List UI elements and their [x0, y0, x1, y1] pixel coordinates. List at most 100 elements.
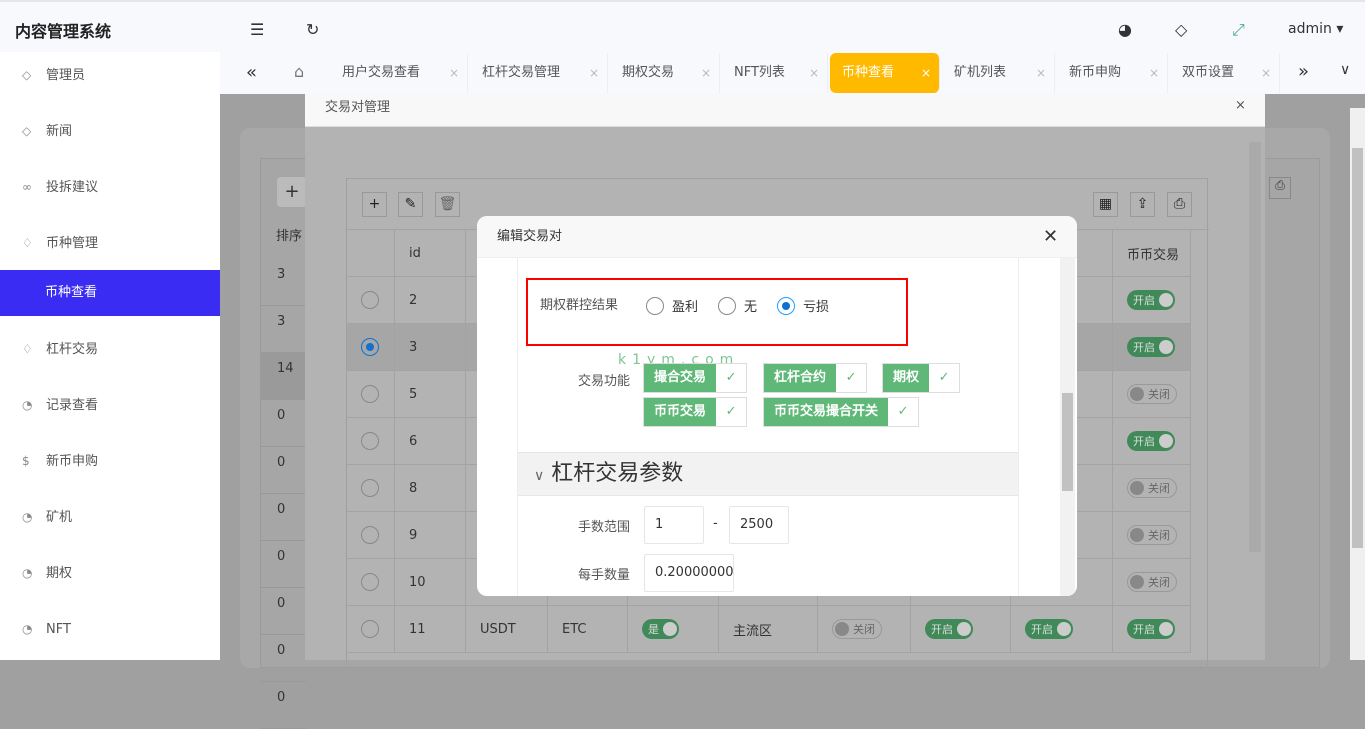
tag-icon[interactable]: ◇ [1175, 20, 1187, 39]
table-cell: 关闭 [1113, 371, 1191, 418]
table-cell [347, 324, 395, 371]
table-cell [347, 559, 395, 606]
toggle-switch[interactable]: 关闭 [1127, 384, 1177, 404]
tab[interactable]: 新币申购 × [1057, 53, 1168, 93]
row-radio[interactable] [361, 479, 379, 497]
close-tab-icon[interactable]: × [1036, 53, 1046, 93]
sidebar-item[interactable]: ∞ 投拆建议 [0, 164, 220, 210]
delete-button[interactable]: 🗑 [435, 192, 460, 217]
toggle-switch[interactable]: 开启 [1127, 431, 1175, 451]
toggle-switch[interactable]: 关闭 [1127, 525, 1177, 545]
export-button[interactable]: ⇪ [1130, 192, 1155, 217]
toggle-switch[interactable]: 开启 [1127, 290, 1175, 310]
toggle-switch[interactable]: 开启 [1127, 337, 1175, 357]
refresh-icon[interactable]: ↻ [306, 20, 319, 39]
radio-none[interactable]: 无 [718, 296, 757, 315]
check-icon: ✓ [938, 370, 950, 385]
add-button[interactable]: + [362, 192, 387, 217]
toggle-switch[interactable]: 开启 [1127, 619, 1175, 639]
row-radio[interactable] [361, 620, 379, 638]
add-icon[interactable]: + [277, 177, 307, 207]
row-radio[interactable] [361, 432, 379, 450]
tab[interactable]: NFT列表 × [722, 53, 828, 93]
scroll-left-icon[interactable]: « [246, 62, 257, 83]
cell-text: 9 [409, 527, 418, 543]
print-icon[interactable]: ⎙ [1269, 177, 1291, 199]
checkbox-option[interactable]: 期权 ✓ [882, 363, 961, 393]
sidebar-item[interactable]: ♢ 杠杆交易 [0, 326, 220, 372]
sidebar-item[interactable]: ◇ 管理员 [0, 52, 220, 98]
close-icon[interactable]: ✕ [1043, 216, 1058, 258]
sidebar-item[interactable]: 币种查看 [0, 270, 220, 316]
radio-profit[interactable]: 盈利 [646, 296, 698, 315]
chevron-down-icon: ∨ [534, 468, 545, 484]
checkbox-spot-match[interactable]: 币币交易撮合开关 ✓ [763, 397, 920, 427]
row-radio[interactable] [361, 385, 379, 403]
sidebar-item[interactable]: ♢ 币种管理 [0, 220, 220, 266]
sidebar-item[interactable]: ◔ 期权 [0, 550, 220, 596]
shield-icon: ◇ [22, 68, 32, 82]
toggle-switch[interactable]: 是 [642, 619, 679, 639]
toggle-switch[interactable]: 关闭 [1127, 572, 1177, 592]
clock-icon: ◔ [22, 622, 33, 636]
close-tab-icon[interactable]: × [449, 53, 459, 93]
lot-qty-input[interactable]: 0.20000000 [644, 554, 734, 592]
toggle-switch[interactable]: 开启 [1025, 619, 1073, 639]
lot-min-input[interactable]: 1 [644, 506, 704, 544]
tab[interactable]: 期权交易 × [610, 53, 720, 93]
tab[interactable]: 双币设置 × [1170, 53, 1280, 93]
close-tab-icon[interactable]: × [1261, 53, 1271, 93]
toggle-label: 开启 [1133, 294, 1155, 307]
modal-title: 交易对管理 [325, 100, 391, 115]
sidebar-item[interactable]: ◔ NFT [0, 606, 220, 652]
close-tab-icon[interactable]: × [589, 53, 599, 93]
close-tab-icon[interactable]: × [701, 53, 711, 93]
user-menu[interactable]: admin ▾ [1288, 21, 1343, 37]
radio-loss[interactable]: 亏损 [777, 296, 829, 315]
modal-scrollbar[interactable] [1249, 142, 1261, 552]
checkbox-spot[interactable]: 币币交易 ✓ [643, 397, 748, 427]
home-icon[interactable]: ⌂ [294, 62, 304, 81]
section-leverage-params[interactable]: ∨ 杠杆交易参数 [518, 452, 1018, 496]
toggle-switch[interactable]: 关闭 [832, 619, 882, 639]
sidebar-item-label: 杠杆交易 [46, 342, 99, 357]
fullscreen-icon[interactable]: ⤢ [1232, 20, 1245, 40]
sidebar-item[interactable]: ◇ 新闻 [0, 108, 220, 154]
header-label: 币币交易 [1127, 247, 1180, 263]
table-cell [347, 606, 395, 653]
tab[interactable]: 矿机列表 × [942, 53, 1055, 93]
table-cell: 主流区 [719, 606, 818, 653]
palette-icon[interactable]: ◕ [1118, 20, 1132, 39]
columns-button[interactable]: ▦ [1093, 192, 1118, 217]
edit-button[interactable]: ✎ [398, 192, 423, 217]
dialog-scrollbar[interactable] [1060, 258, 1075, 596]
tab[interactable]: 币种查看 × [830, 53, 940, 93]
close-tab-icon[interactable]: × [1149, 53, 1159, 93]
tab[interactable]: 用户交易查看 × [330, 53, 468, 93]
row-radio[interactable] [361, 291, 379, 309]
print-button[interactable]: ⎙ [1167, 192, 1192, 217]
close-tab-icon[interactable]: × [921, 53, 931, 93]
scroll-right-icon[interactable]: » [1298, 61, 1309, 82]
outer-cell: 0 [261, 541, 306, 588]
checkbox-match[interactable]: 撮合交易 ✓ [643, 363, 748, 393]
row-radio[interactable] [361, 526, 379, 544]
username: admin [1288, 21, 1332, 37]
toggle-switch[interactable]: 开启 [925, 619, 973, 639]
sidebar-item[interactable]: ◔ 矿机 [0, 494, 220, 540]
sidebar-item[interactable]: ◔ 记录查看 [0, 382, 220, 428]
lot-max-input[interactable]: 2500 [729, 506, 789, 544]
tab[interactable]: 杠杆交易管理 × [470, 53, 608, 93]
sidebar-item[interactable]: $ 新币申购 [0, 438, 220, 484]
close-icon[interactable]: × [1235, 98, 1246, 113]
collapse-menu-icon[interactable]: ☰ [250, 20, 264, 39]
table-cell [347, 371, 395, 418]
tab-menu-chevron-down-icon[interactable]: ∨ [1340, 62, 1350, 78]
outer-cell: 0 [261, 494, 306, 541]
close-tab-icon[interactable]: × [809, 53, 819, 93]
checkbox-leverage[interactable]: 杠杆合约 ✓ [763, 363, 868, 393]
row-radio[interactable] [361, 338, 379, 356]
toggle-switch[interactable]: 关闭 [1127, 478, 1177, 498]
row-radio[interactable] [361, 573, 379, 591]
page-scrollbar[interactable] [1350, 108, 1365, 660]
